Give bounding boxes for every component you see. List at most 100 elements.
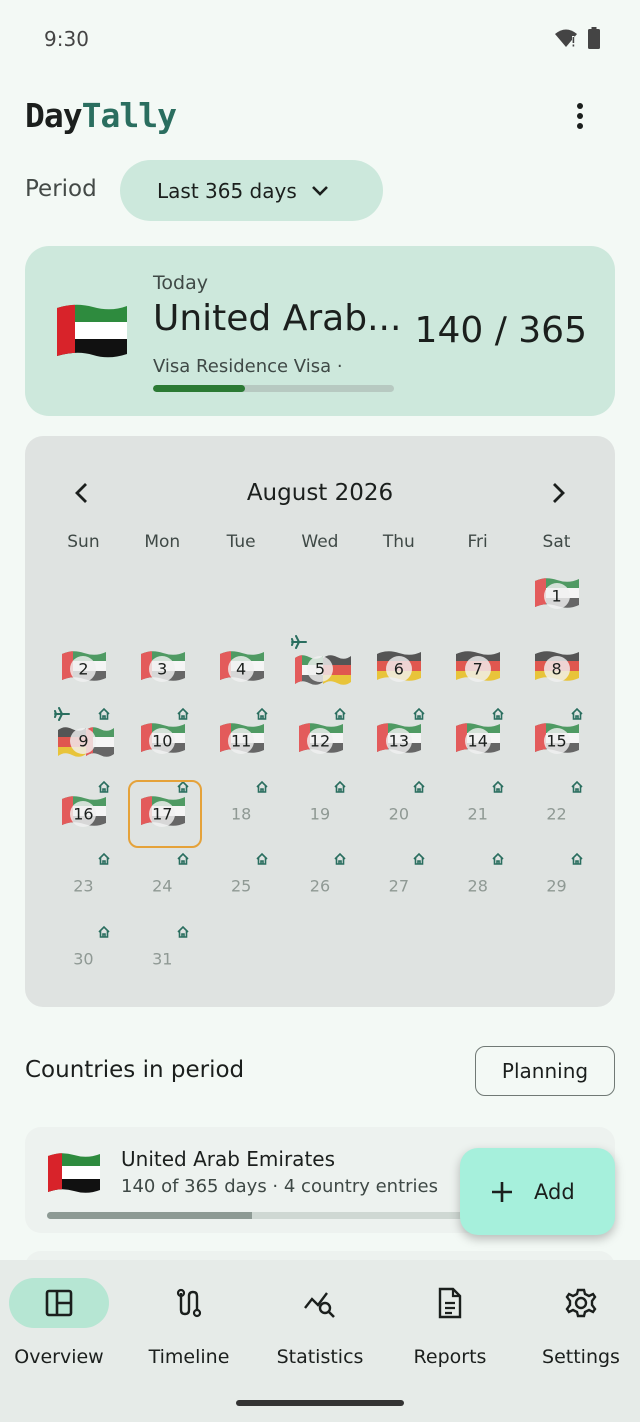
calendar-day-number: 26 [309, 876, 331, 896]
calendar-day[interactable]: 3 [123, 633, 202, 705]
calendar-day[interactable]: 16 [44, 778, 123, 850]
nav-reports[interactable]: Reports [386, 1278, 514, 1378]
add-button[interactable]: Add [460, 1148, 615, 1235]
calendar-day[interactable]: 10 [123, 705, 202, 777]
calendar-day[interactable]: 13 [359, 705, 438, 777]
home-icon [571, 852, 583, 865]
calendar-day[interactable]: 21 [438, 778, 517, 850]
home-icon [98, 852, 110, 865]
uae-flag-icon [57, 304, 127, 358]
calendar-day[interactable]: 2 [44, 633, 123, 705]
home-indicator[interactable] [236, 1400, 404, 1406]
today-label: Today [153, 272, 208, 294]
home-icon [98, 707, 110, 720]
calendar-day-number: 14 [467, 731, 488, 751]
nav-timeline[interactable]: Timeline [125, 1278, 253, 1378]
calendar-day[interactable]: 19 [281, 778, 360, 850]
calendar-day-number: 28 [467, 876, 488, 896]
home-icon [177, 707, 189, 720]
calendar-day[interactable]: 6 [359, 633, 438, 705]
weekday-label: Sun [67, 532, 100, 552]
calendar-day[interactable]: 28 [438, 850, 517, 922]
calendar-day[interactable]: 8 [517, 633, 596, 705]
next-month-icon[interactable] [545, 480, 571, 506]
calendar-day-number: 27 [388, 876, 410, 896]
calendar-day-number: 9 [78, 731, 89, 751]
calendar-day[interactable]: 4 [202, 633, 281, 705]
weekday-label: Wed [301, 532, 339, 552]
today-count: 140 / 365 [414, 310, 587, 351]
app-title: DayTally [25, 96, 177, 135]
status-bar: 9:30 [0, 0, 640, 78]
calendar-day-number: 3 [157, 659, 168, 678]
home-icon [492, 852, 504, 865]
period-label: Period [25, 176, 97, 202]
calendar-day-number: 12 [309, 731, 331, 751]
nav-label: Reports [413, 1346, 487, 1368]
countries-section-title: Countries in period [25, 1057, 245, 1083]
weekday-label: Tue [226, 532, 256, 552]
nav-label: Timeline [148, 1346, 230, 1368]
calendar-weekdays: Sun Mon Tue Wed Thu Fri Sat [44, 532, 596, 552]
status-time: 9:30 [44, 27, 89, 51]
calendar-day[interactable]: 20 [359, 778, 438, 850]
period-dropdown[interactable]: Last 365 days [120, 160, 383, 221]
calendar-day-today[interactable]: 17 [123, 778, 202, 850]
calendar-day-number: 7 [472, 659, 483, 678]
calendar-day[interactable]: 5 [281, 633, 360, 705]
more-options-icon[interactable] [568, 100, 592, 132]
nav-label: Overview [14, 1346, 104, 1368]
calendar-day[interactable]: 27 [359, 850, 438, 922]
calendar-day-number: 23 [73, 876, 94, 896]
settings-icon [565, 1288, 597, 1318]
nav-label: Settings [542, 1346, 620, 1368]
calendar-day[interactable]: 25 [202, 850, 281, 922]
calendar-day-number: 21 [467, 804, 488, 823]
weekday-label: Mon [144, 532, 181, 552]
calendar-day-number: 20 [388, 804, 410, 823]
home-icon [571, 780, 583, 793]
calendar-day-number: 24 [152, 876, 173, 896]
home-icon [177, 852, 189, 865]
calendar-day[interactable]: 11 [202, 705, 281, 777]
calendar-day-number: 18 [230, 804, 252, 823]
home-icon [98, 925, 110, 938]
statistics-icon [304, 1292, 335, 1318]
home-icon [255, 852, 268, 865]
add-button-label: Add [534, 1179, 575, 1204]
chevron-down-icon [311, 185, 328, 196]
calendar-day[interactable]: 30 [44, 923, 123, 995]
calendar-day-number: 17 [152, 804, 173, 823]
calendar-day[interactable]: 7 [438, 633, 517, 705]
calendar-day[interactable]: 14 [438, 705, 517, 777]
calendar-day[interactable]: 1 [517, 560, 596, 632]
airplane-icon [54, 707, 70, 721]
calendar-day[interactable]: 18 [202, 778, 281, 850]
calendar-day[interactable]: 12 [281, 705, 360, 777]
calendar-day[interactable]: 24 [123, 850, 202, 922]
nav-label: Statistics [276, 1346, 364, 1368]
home-icon [334, 780, 346, 793]
calendar-day[interactable]: 9 [44, 705, 123, 777]
calendar-day[interactable]: 31 [123, 923, 202, 995]
nav-statistics[interactable]: Statistics [256, 1278, 384, 1378]
calendar-day-number: 29 [546, 876, 567, 896]
uae-flag-icon [48, 1153, 100, 1193]
app-title-part1: Day [25, 96, 83, 135]
reports-icon [438, 1287, 462, 1319]
calendar-day-number: 6 [393, 659, 404, 678]
calendar-day[interactable]: 23 [44, 850, 123, 922]
calendar-day-number: 2 [78, 659, 89, 678]
weekday-label: Thu [382, 532, 415, 552]
calendar-day-number: 10 [152, 731, 173, 751]
app-title-part2: Tally [81, 96, 177, 135]
nav-overview[interactable]: Overview [0, 1278, 123, 1378]
calendar-day[interactable]: 29 [517, 850, 596, 922]
calendar-day[interactable]: 22 [517, 778, 596, 850]
home-icon [571, 707, 583, 720]
nav-settings[interactable]: Settings [517, 1278, 640, 1378]
today-card[interactable]: Today United Arab... Visa Residence Visa… [25, 246, 615, 416]
calendar-day[interactable]: 15 [517, 705, 596, 777]
calendar-day[interactable]: 26 [281, 850, 360, 922]
planning-button[interactable]: Planning [475, 1046, 615, 1096]
